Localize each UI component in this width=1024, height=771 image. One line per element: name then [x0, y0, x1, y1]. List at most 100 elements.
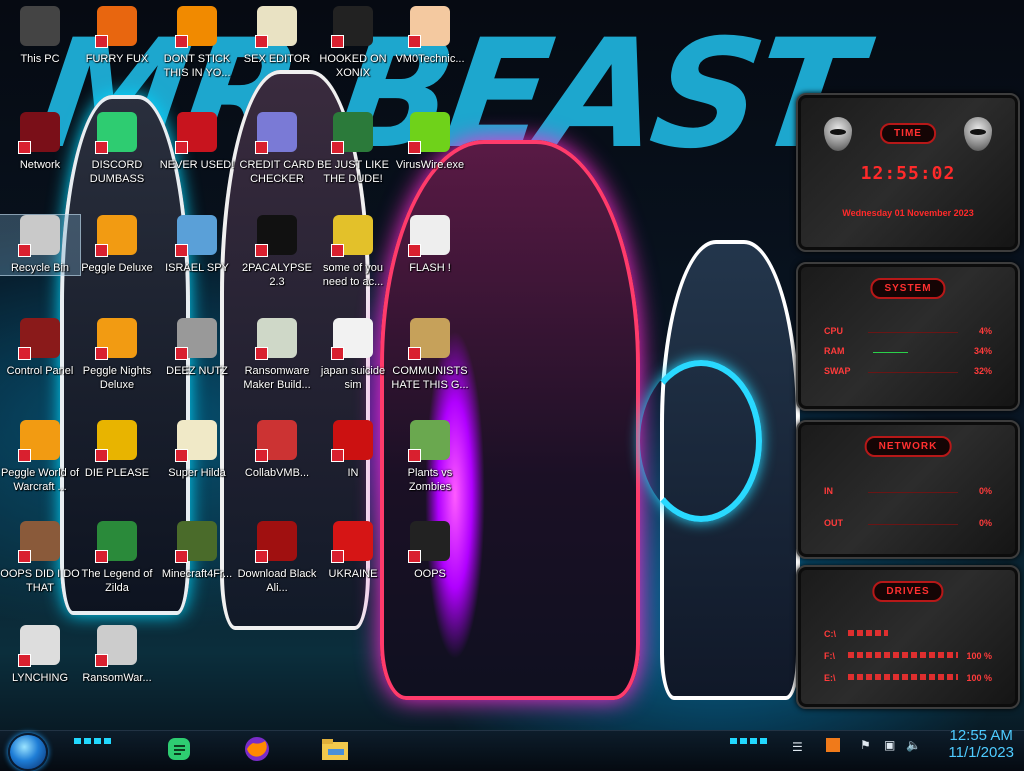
tray-menu-icon[interactable]: ☰	[792, 740, 803, 754]
shortcut-arrow-icon	[255, 449, 268, 462]
shortcut-arrow-icon	[95, 550, 108, 563]
desktop-icon-flash[interactable]: FLASH !	[390, 215, 470, 275]
desktop-icon-never-used[interactable]: NEVER USED!	[157, 112, 237, 172]
desktop-icon-peggle-nights-deluxe[interactable]: Peggle Nights Deluxe	[77, 318, 157, 392]
desktop-icon-oops[interactable]: OOPS	[390, 521, 470, 581]
desktop-icon-lynching[interactable]: LYNCHING	[0, 625, 80, 685]
shortcut-arrow-icon	[175, 550, 188, 563]
portrait-icon	[18, 521, 60, 563]
tray-app-icon[interactable]	[826, 738, 840, 755]
devcpp-icon	[175, 112, 217, 154]
desktop-icon-viruswire-exe[interactable]: VirusWire.exe	[390, 112, 470, 172]
swap-value: 32%	[973, 366, 992, 376]
desktop-icon-in[interactable]: IN	[313, 420, 393, 480]
windows-stack-icon	[175, 318, 217, 360]
system-widget-title: SYSTEM	[870, 278, 946, 299]
desktop-icon-label: Ransomware Maker Build...	[243, 365, 311, 391]
desktop-icon-ransomwar[interactable]: RansomWar...	[77, 625, 157, 685]
dog-icon	[331, 215, 373, 257]
flag-icon[interactable]: ⚑	[860, 738, 871, 752]
drive-c-label: C:\	[824, 629, 836, 639]
network-icon[interactable]: ▣	[884, 738, 895, 752]
taskbar-firefox[interactable]	[240, 733, 274, 765]
desktop-icon-sex-editor[interactable]: SEX EDITOR	[237, 6, 317, 66]
window-app-icon	[255, 318, 297, 360]
drive-f-label: F:\	[824, 651, 835, 661]
shortcut-arrow-icon	[255, 141, 268, 154]
cpu-value: 4%	[978, 326, 992, 336]
desktop-icon-ukraine[interactable]: UKRAINE	[313, 521, 393, 581]
desktop-icon-control-panel[interactable]: Control Panel	[0, 318, 80, 378]
shortcut-arrow-icon	[255, 244, 268, 257]
shortcut-arrow-icon	[331, 141, 344, 154]
net-in-row: IN 0%	[824, 486, 992, 496]
shortcut-arrow-icon	[95, 654, 108, 667]
desktop-icon-dont-stick-this-in-yo[interactable]: DONT STICK THIS IN YO...	[157, 6, 237, 80]
desktop-icon-communists-hate-this-g[interactable]: COMMUNISTS HATE THIS G...	[390, 318, 470, 392]
shortcut-arrow-icon	[18, 550, 31, 563]
desktop-icon-download-black-ali[interactable]: Download Black Ali...	[237, 521, 317, 595]
shortcut-arrow-icon	[255, 35, 268, 48]
red-record-icon	[331, 420, 373, 462]
spy-window-icon	[175, 215, 217, 257]
desktop-icon-ransomware-maker-build[interactable]: Ransomware Maker Build...	[237, 318, 317, 392]
shortcut-arrow-icon	[255, 550, 268, 563]
volume-icon[interactable]: 🔈	[906, 738, 921, 752]
desktop-icon-minecraft4fr[interactable]: Minecraft4Fr...	[157, 521, 237, 581]
desktop-icon-furry-fux[interactable]: FURRY FUX	[77, 6, 157, 66]
desktop-icon-super-hilda[interactable]: Super Hilda	[157, 420, 237, 480]
shortcut-arrow-icon	[331, 550, 344, 563]
start-button[interactable]	[8, 733, 48, 771]
desktop-icon-collabvmb[interactable]: CollabVMB...	[237, 420, 317, 480]
desktop-icon-hooked-on-xonix[interactable]: HOOKED ON XONIX	[313, 6, 393, 80]
drive-f-bar	[848, 652, 958, 658]
desktop-icon-label: Download Black Ali...	[237, 568, 317, 594]
shortcut-arrow-icon	[18, 449, 31, 462]
desktop-icon-peggle-world-of-warcraft[interactable]: Peggle World of Warcraft ...	[0, 420, 80, 494]
desktop-icon-oops-did-i-do-that[interactable]: OOPS DID I DO THAT	[0, 521, 80, 595]
taskbar-file-explorer[interactable]	[318, 733, 352, 765]
desktop-icon-be-just-like-the-dude[interactable]: BE JUST LIKE THE DUDE!	[313, 112, 393, 186]
wallpaper-blue-ring	[640, 360, 762, 522]
taskbar-decoration-left	[74, 738, 114, 744]
desktop-icon-label: IN	[347, 467, 359, 479]
drive-e-value: 100 %	[966, 673, 992, 683]
desktop-icon-recycle-bin[interactable]: Recycle Bin	[0, 214, 81, 276]
desktop-icon-peggle-deluxe[interactable]: Peggle Deluxe	[77, 215, 157, 275]
desktop-icon-label: BE JUST LIKE THE DUDE!	[317, 159, 389, 185]
desktop-icon-japan-suicide-sim[interactable]: japan suicide sim	[313, 318, 393, 392]
shortcut-arrow-icon	[331, 244, 344, 257]
desktop-icon-network[interactable]: Network	[0, 112, 80, 172]
desktop-icon-vm0technic[interactable]: VM0Technic...	[390, 6, 470, 66]
desktop-icon-this-pc[interactable]: This PC	[0, 6, 80, 66]
network-widget: NETWORK IN 0% OUT 0%	[796, 420, 1020, 559]
lime-icon	[408, 112, 450, 154]
desktop-icon-deez-nutz[interactable]: DEEZ NUTZ	[157, 318, 237, 378]
firefox-icon	[245, 737, 269, 761]
shortcut-arrow-icon	[408, 550, 421, 563]
shortcut-arrow-icon	[18, 244, 31, 257]
desktop-icon-label: OOPS DID I DO THAT	[0, 568, 80, 594]
desktop-icon-label: The Legend of Zilda	[81, 568, 153, 594]
flash-card-icon	[408, 215, 450, 257]
desktop-icon-label: DEEZ NUTZ	[166, 365, 228, 377]
peggle-icon	[95, 215, 137, 257]
desktop-icon-some-of-you-need-to-ac[interactable]: some of you need to ac...	[313, 215, 393, 289]
desktop-icon-discord-dumbass[interactable]: DISCORD DUMBASS	[77, 112, 157, 186]
desktop-icon-the-legend-of-zilda[interactable]: The Legend of Zilda	[77, 521, 157, 595]
desktop-icon-credit-card-checker[interactable]: CREDIT CARD CHECKER	[237, 112, 317, 186]
desktop-icon-label: Recycle Bin	[10, 262, 70, 274]
desktop-icon-die-please[interactable]: DIE PLEASE	[77, 420, 157, 480]
shortcut-arrow-icon	[18, 654, 31, 667]
network-globe-icon	[18, 112, 60, 154]
desktop-icon-israel-spy[interactable]: ISRAEL SPY	[157, 215, 237, 275]
desktop-icon-plants-vs-zombies[interactable]: Plants vs Zombies	[390, 420, 470, 494]
taskbar-chat-app[interactable]	[162, 733, 196, 765]
desktop-icon-label: This PC	[20, 53, 60, 65]
shortcut-arrow-icon	[95, 347, 108, 360]
taskbar-clock[interactable]: 12:55 AM 11/1/2023	[948, 727, 1014, 761]
desktop-icon-2pacalypse-2-3[interactable]: 2PACALYPSE 2.3	[237, 215, 317, 289]
time-widget-title: TIME	[880, 123, 936, 144]
terminal-icon	[255, 215, 297, 257]
desktop-icon-label: Plants vs Zombies	[407, 467, 453, 493]
